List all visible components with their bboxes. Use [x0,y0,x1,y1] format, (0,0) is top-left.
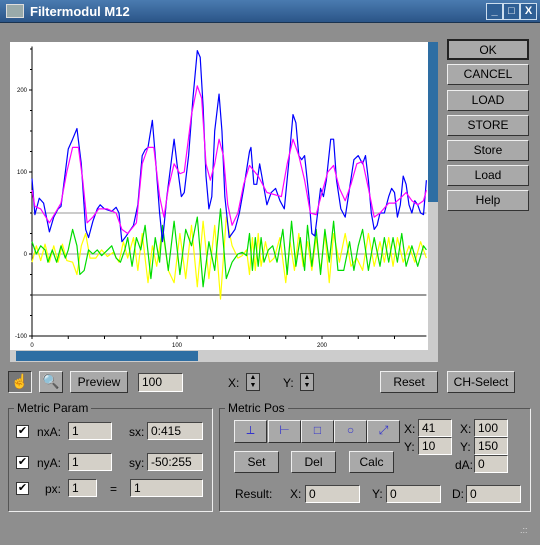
px-result-input[interactable]: 1 [130,479,203,497]
help-button[interactable]: Help [447,190,529,211]
result-d-input[interactable]: 0 [466,485,521,503]
window-title: Filtermodul M12 [30,4,130,19]
sy-label: sy: [129,456,145,470]
sy-input[interactable]: -50:255 [147,453,203,471]
y-spin-label: Y: [283,376,294,390]
nyA-input[interactable]: 1 [68,453,112,471]
sx-input[interactable]: 0:415 [147,422,203,440]
sx-label: sx: [129,425,145,439]
vertical-line-tool[interactable]: ⟂ [234,420,267,443]
magnifier-tool-button[interactable]: 🔍 [39,371,63,393]
y-tick-label: 100 [17,170,28,176]
vertical-line-icon: ⟂ [246,423,255,437]
horizontal-line-icon: ⊢ [279,423,290,437]
title-bar[interactable]: Filtermodul M12 _ □ X [0,0,540,23]
preview-button[interactable]: Preview [70,371,128,393]
x-tick-label: 200 [317,343,328,349]
nxA-label: nxA: [37,425,62,439]
y-tick-label: 0 [24,252,28,258]
load-button[interactable]: LOAD [447,90,529,111]
result-y-input[interactable]: 0 [386,485,441,503]
maximize-button[interactable]: □ [503,3,520,20]
metric-param-title: Metric Param [14,401,92,415]
equals-label: = [110,482,118,496]
y-tick-label: -100 [15,334,28,340]
result-x-label: X: [290,487,302,501]
minimize-button[interactable]: _ [486,3,503,20]
result-y-label: Y: [372,487,383,501]
nyA-label: nyA: [37,456,62,470]
horizontal-scrollbar[interactable] [10,350,438,362]
nyA-checkbox[interactable]: ✔ [16,456,29,469]
nxA-checkbox[interactable]: ✔ [16,425,29,438]
metric-pos-title: Metric Pos [225,401,288,415]
hand-icon: ☝ [11,373,29,389]
set-button[interactable]: Set [234,451,279,473]
calc-button[interactable]: Calc [349,451,394,473]
horizontal-line-tool[interactable]: ⊢ [268,420,301,443]
x-spinner[interactable]: ▲ ▼ [246,373,260,391]
y1-label: Y: [404,440,415,454]
resize-grip[interactable]: .:: [520,525,528,535]
circle-icon: ○ [346,423,355,437]
x1-input[interactable]: 41 [418,419,452,437]
vertical-scroll-thumb[interactable] [428,42,438,202]
px-label: px: [45,482,62,496]
rectangle-tool[interactable]: □ [301,420,334,443]
store-small-button[interactable]: Store [447,140,529,161]
series-line [31,85,427,235]
x-spin-label: X: [228,376,240,390]
y-spinner[interactable]: ▲ ▼ [300,373,314,391]
hand-tool-button[interactable]: ☝ [8,371,32,393]
y2-input[interactable]: 150 [474,437,508,455]
load-small-button[interactable]: Load [447,165,529,186]
close-button[interactable]: X [520,3,537,20]
magnifier-icon: 🔍 [42,373,60,389]
app-icon[interactable] [6,4,24,18]
series-line [31,208,427,288]
x-tick-label: 0 [30,343,34,349]
x2-label: X: [460,422,472,436]
diagonal-line-icon: ⤢ [378,423,389,437]
del-button[interactable]: Del [291,451,336,473]
x2-input[interactable]: 100 [474,419,508,437]
reset-button[interactable]: Reset [380,371,438,393]
px-input[interactable]: 1 [68,479,97,497]
x-tick-label: 100 [172,343,183,349]
y-tick-label: 200 [17,88,28,94]
result-d-label: D: [452,487,464,501]
rectangle-icon: □ [313,423,322,437]
ok-button[interactable]: OK [447,39,529,60]
dA-label: dA: [455,458,474,472]
cancel-button[interactable]: CANCEL [447,64,529,85]
ch-select-button[interactable]: CH-Select [447,371,515,393]
result-x-input[interactable]: 0 [305,485,360,503]
px-checkbox[interactable]: ✔ [16,482,29,495]
dA-input[interactable]: 0 [474,455,508,473]
y2-label: Y: [460,440,471,454]
y1-input[interactable]: 10 [418,437,452,455]
result-label: Result: [235,487,273,501]
vertical-scrollbar[interactable] [428,42,438,350]
nxA-input[interactable]: 1 [68,422,112,440]
x1-label: X: [404,422,416,436]
diagonal-line-tool[interactable]: ⤢ [367,420,400,443]
horizontal-scroll-thumb[interactable] [16,351,198,361]
circle-tool[interactable]: ○ [334,420,367,443]
signal-chart[interactable]: 2001000-1000 100 200 [10,42,428,350]
zoom-value-input[interactable]: 100 [138,373,183,392]
store-button[interactable]: STORE [447,115,529,136]
